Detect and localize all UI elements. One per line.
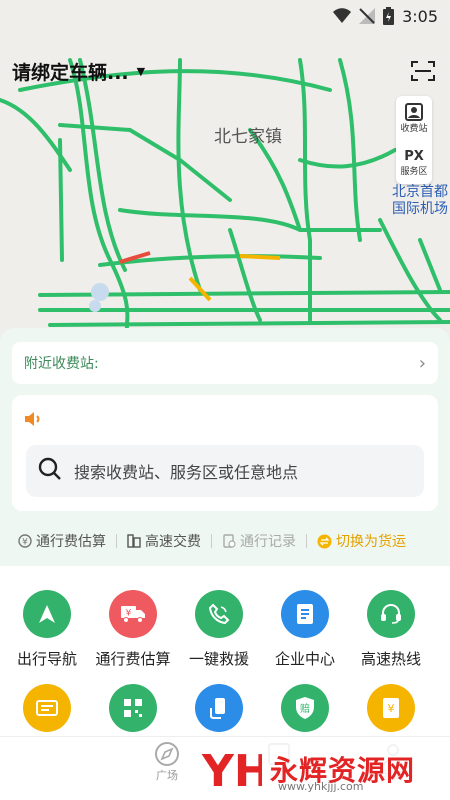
service-rescue[interactable]: 一键救援 — [176, 590, 262, 669]
toll-station-label: 收费站 — [400, 124, 428, 135]
service-row: 赔 ¥ — [4, 684, 450, 732]
switch-to-freight-label: 切换为货运 — [336, 534, 406, 550]
svg-text:¥: ¥ — [126, 609, 132, 619]
navigation-icon — [23, 590, 71, 638]
map-roads — [0, 58, 450, 340]
service-invoice[interactable]: ¥ — [348, 684, 434, 732]
chevron-right-icon: › — [418, 352, 426, 374]
quick-fee-estimate[interactable]: ¥ 通行费估算 — [18, 531, 106, 551]
top-bar: 请绑定车辆... ▼ — [12, 56, 438, 86]
nearby-label: 附近收费站: — [24, 356, 99, 372]
divider — [306, 534, 307, 548]
service-enterprise-center[interactable]: 企业中心 — [262, 590, 348, 669]
vehicle-selector[interactable]: 请绑定车辆... ▼ — [12, 58, 145, 85]
service-hotline[interactable]: 高速热线 — [348, 590, 434, 669]
service-area-label: 服务区 — [400, 166, 428, 177]
search-card: 搜索收费站、服务区或任意地点 — [12, 395, 438, 511]
service-row: 出行导航 ¥ 通行费估算 一键救援 企业中心 高速热线 — [4, 590, 450, 669]
card-icon — [127, 534, 141, 548]
search-placeholder: 搜索收费站、服务区或任意地点 — [74, 463, 299, 482]
yuan-circle-icon: ¥ — [18, 534, 32, 548]
caret-down-icon: ▼ — [136, 64, 146, 78]
search-input[interactable]: 搜索收费站、服务区或任意地点 — [26, 445, 424, 497]
tab-plaza-label: 广场 — [156, 769, 178, 782]
map-side-toolbar: 收费站 PX 服务区 — [396, 96, 432, 184]
service-compensation[interactable]: 赔 — [262, 684, 348, 732]
battery-icon — [383, 7, 395, 25]
toll-station-button[interactable]: 收费站 — [400, 103, 428, 135]
phone-icon — [195, 590, 243, 638]
invoice-icon: ¥ — [367, 684, 415, 732]
vehicle-selector-label: 请绑定车辆... — [12, 61, 129, 84]
divider — [211, 534, 212, 548]
search-icon — [38, 457, 62, 485]
watermark-overlay: YH 永辉资源网 www.yhkjjj.com — [200, 740, 450, 798]
service-navigation[interactable]: 出行导航 — [4, 590, 90, 669]
clock: 3:05 — [402, 6, 438, 26]
service-fee-estimate[interactable]: ¥ 通行费估算 — [90, 590, 176, 669]
speaker-icon[interactable] — [24, 411, 42, 431]
service-qrcode[interactable] — [90, 684, 176, 732]
compass-icon — [155, 742, 179, 766]
switch-to-freight-button[interactable]: 切换为货运 — [317, 531, 406, 551]
quick-travel-records[interactable]: 通行记录 — [222, 531, 296, 551]
map-town-label: 北七家镇 — [214, 127, 282, 147]
divider — [116, 534, 117, 548]
scan-icon[interactable] — [408, 56, 438, 86]
watermark-logo-text: YH — [201, 746, 262, 796]
compensation-glyph: 赔 — [300, 702, 310, 715]
quick-actions-bar: ¥ 通行费估算 高速交费 通行记录 切换为货运 — [0, 526, 450, 556]
watermark-url: www.yhkjjj.com — [278, 780, 364, 793]
record-icon — [222, 534, 236, 548]
qrcode-icon — [109, 684, 157, 732]
service-label: 高速热线 — [360, 650, 421, 668]
wifi-icon — [333, 8, 352, 24]
toll-station-icon — [404, 103, 423, 122]
service-card[interactable] — [176, 684, 262, 732]
document-icon — [281, 590, 329, 638]
switch-icon — [317, 534, 332, 549]
no-signal-icon — [359, 8, 376, 24]
quick-highway-payment-label: 高速交费 — [145, 534, 201, 550]
invoice-glyph: ¥ — [388, 702, 395, 715]
map-airport-label: 北京首都国际机场 — [392, 184, 448, 217]
quick-travel-records-label: 通行记录 — [240, 534, 296, 550]
service-label: 通行费估算 — [95, 650, 171, 668]
service-area-button[interactable]: PX 服务区 — [400, 149, 427, 177]
service-grid: 出行导航 ¥ 通行费估算 一键救援 企业中心 高速热线 赔 ¥ — [0, 566, 450, 740]
card-hand-icon — [195, 684, 243, 732]
service-area-icon: PX — [404, 148, 424, 164]
service-label: 出行导航 — [16, 650, 77, 668]
status-bar: 3:05 — [0, 0, 450, 32]
watermark-logo: YH — [201, 746, 262, 796]
tab-plaza[interactable]: 广场 — [154, 741, 180, 783]
service-ticket[interactable] — [4, 684, 90, 732]
compensation-shield-icon: 赔 — [281, 684, 329, 732]
svg-text:¥: ¥ — [22, 538, 28, 548]
service-label: 一键救援 — [188, 650, 249, 668]
headset-icon — [367, 590, 415, 638]
ticket-icon — [23, 684, 71, 732]
map-view[interactable]: 北七家镇 北京首都国际机场 — [0, 0, 450, 340]
truck-fee-icon: ¥ — [109, 590, 157, 638]
service-label: 企业中心 — [274, 650, 335, 668]
quick-fee-estimate-label: 通行费估算 — [36, 534, 106, 550]
quick-highway-payment[interactable]: 高速交费 — [127, 531, 201, 551]
nearby-toll-stations-row[interactable]: 附近收费站: › — [12, 342, 438, 384]
